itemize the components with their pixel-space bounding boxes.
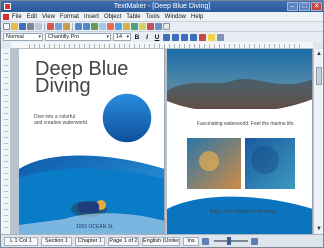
heading-line-2: Diving bbox=[35, 75, 91, 97]
ruler-ticks bbox=[29, 44, 303, 48]
menu-file[interactable]: File bbox=[12, 13, 22, 21]
font-size-value: 14 bbox=[116, 34, 123, 40]
picture-icon[interactable] bbox=[99, 23, 106, 30]
insert-mode[interactable]: Ins bbox=[183, 236, 199, 246]
section-indicator: Section 1 bbox=[41, 236, 72, 246]
status-bar: L 1 Col 1 Section 1 Chapter 1 Page 1 of … bbox=[1, 234, 323, 247]
menu-view[interactable]: View bbox=[42, 13, 55, 21]
redo-icon[interactable] bbox=[83, 23, 90, 30]
title-bar: TextMaker - [Deep Blue Diving] – □ ✕ bbox=[1, 1, 323, 12]
menu-insert[interactable]: Insert bbox=[84, 13, 99, 21]
app-window: TextMaker - [Deep Blue Diving] – □ ✕ Fil… bbox=[0, 0, 324, 248]
page-2-artwork bbox=[167, 49, 312, 234]
text-color-icon[interactable] bbox=[199, 33, 206, 41]
chevron-down-icon: ▾ bbox=[126, 34, 129, 40]
paragraph-style-select[interactable]: Normal ▾ bbox=[3, 33, 43, 41]
font-select[interactable]: Chantilly Pro ▾ bbox=[45, 33, 111, 41]
print-icon[interactable] bbox=[27, 23, 34, 30]
cursor-position: L 1 Col 1 bbox=[4, 236, 38, 246]
align-center-icon[interactable] bbox=[172, 33, 179, 41]
toolbar-separator bbox=[72, 22, 73, 31]
new-icon[interactable] bbox=[3, 23, 10, 30]
page-2[interactable]: Fascinating waterworld. Feel the marine … bbox=[167, 49, 313, 234]
menu-bar: File Edit View Format Insert Object Tabl… bbox=[1, 12, 323, 21]
diver-suit bbox=[78, 202, 99, 213]
zoom-out-icon[interactable] bbox=[202, 237, 209, 245]
coral-highlight bbox=[199, 151, 219, 171]
page-indicator: Page 1 of 2 bbox=[108, 236, 139, 246]
zoom-slider[interactable] bbox=[214, 237, 248, 245]
page-1[interactable]: Deep Blue Diving Dive into a colorful an… bbox=[19, 49, 165, 234]
menu-window[interactable]: Window bbox=[165, 13, 186, 21]
options-icon[interactable] bbox=[163, 23, 170, 30]
undo-icon[interactable] bbox=[75, 23, 82, 30]
paste-icon[interactable] bbox=[63, 23, 70, 30]
justify-icon[interactable] bbox=[190, 33, 197, 41]
underline-button[interactable]: U bbox=[153, 34, 161, 41]
spell-icon[interactable] bbox=[139, 23, 146, 30]
scroll-down-icon[interactable]: ▼ bbox=[315, 225, 323, 233]
font-value: Chantilly Pro bbox=[48, 34, 80, 40]
bold-button[interactable]: B bbox=[133, 34, 141, 41]
menu-object[interactable]: Object bbox=[104, 13, 121, 21]
toolbar-separator bbox=[44, 22, 45, 31]
language-indicator: English (United bbox=[142, 236, 180, 246]
drawing-icon[interactable] bbox=[115, 23, 122, 30]
align-right-icon[interactable] bbox=[181, 33, 188, 41]
scrollbar-thumb[interactable] bbox=[316, 67, 322, 85]
vertical-ruler-ticks bbox=[4, 53, 8, 230]
align-left-icon[interactable] bbox=[163, 33, 170, 41]
paragraph-style-value: Normal bbox=[6, 34, 24, 40]
save-icon[interactable] bbox=[19, 23, 26, 30]
italic-button[interactable]: I bbox=[143, 34, 151, 41]
zoom-icon[interactable] bbox=[147, 23, 154, 30]
menu-help[interactable]: Help bbox=[191, 13, 203, 21]
chart-icon[interactable] bbox=[107, 23, 114, 30]
highlight-icon[interactable] bbox=[208, 33, 215, 41]
table-icon[interactable] bbox=[91, 23, 98, 30]
cut-icon[interactable] bbox=[47, 23, 54, 30]
chevron-down-icon: ▾ bbox=[38, 34, 41, 40]
intro-line-2: and creative waterworld. bbox=[34, 120, 89, 126]
vertical-ruler[interactable] bbox=[1, 49, 11, 234]
footer-text: 1000 OCEAN St. bbox=[76, 224, 114, 230]
zoom-knob[interactable] bbox=[226, 237, 231, 245]
copy-icon[interactable] bbox=[55, 23, 62, 30]
bottom-caption: Enjoy the colorful coral reefs. bbox=[210, 209, 277, 215]
close-button[interactable]: ✕ bbox=[311, 2, 322, 11]
maximize-button[interactable]: □ bbox=[299, 2, 310, 11]
menu-edit[interactable]: Edit bbox=[27, 13, 37, 21]
scroll-up-icon[interactable]: ▲ bbox=[315, 50, 323, 58]
frame-icon[interactable] bbox=[123, 23, 130, 30]
vertical-scrollbar[interactable]: ▲ ▼ bbox=[313, 49, 323, 234]
fish-shadow bbox=[251, 146, 279, 174]
document-icon bbox=[3, 13, 9, 20]
hyperlink-icon[interactable] bbox=[131, 23, 138, 30]
preview-icon[interactable] bbox=[35, 23, 42, 30]
window-controls: – □ ✕ bbox=[287, 2, 322, 11]
minimize-button[interactable]: – bbox=[287, 2, 298, 11]
menu-tools[interactable]: Tools bbox=[146, 13, 160, 21]
formatting-toolbar: Normal ▾ Chantilly Pro ▾ 14 ▾ B I U bbox=[1, 31, 323, 42]
standard-toolbar bbox=[1, 21, 323, 31]
font-size-select[interactable]: 14 ▾ bbox=[113, 33, 131, 41]
menu-table[interactable]: Table bbox=[126, 13, 140, 21]
zoom-in-icon[interactable] bbox=[251, 237, 258, 245]
chapter-indicator: Chapter 1 bbox=[75, 236, 105, 246]
open-icon[interactable] bbox=[11, 23, 18, 30]
blue-bottom-wave bbox=[167, 196, 312, 234]
window-title: TextMaker - [Deep Blue Diving] bbox=[113, 3, 211, 10]
menu-format[interactable]: Format bbox=[60, 13, 79, 21]
top-caption: Fascinating waterworld. Feel the marine … bbox=[197, 121, 295, 127]
indent-icon[interactable] bbox=[217, 33, 224, 41]
chevron-down-icon: ▾ bbox=[106, 34, 109, 40]
document-workspace[interactable]: Deep Blue Diving Dive into a colorful an… bbox=[11, 49, 313, 234]
objects-icon[interactable] bbox=[155, 23, 162, 30]
horizontal-ruler[interactable] bbox=[11, 42, 313, 49]
